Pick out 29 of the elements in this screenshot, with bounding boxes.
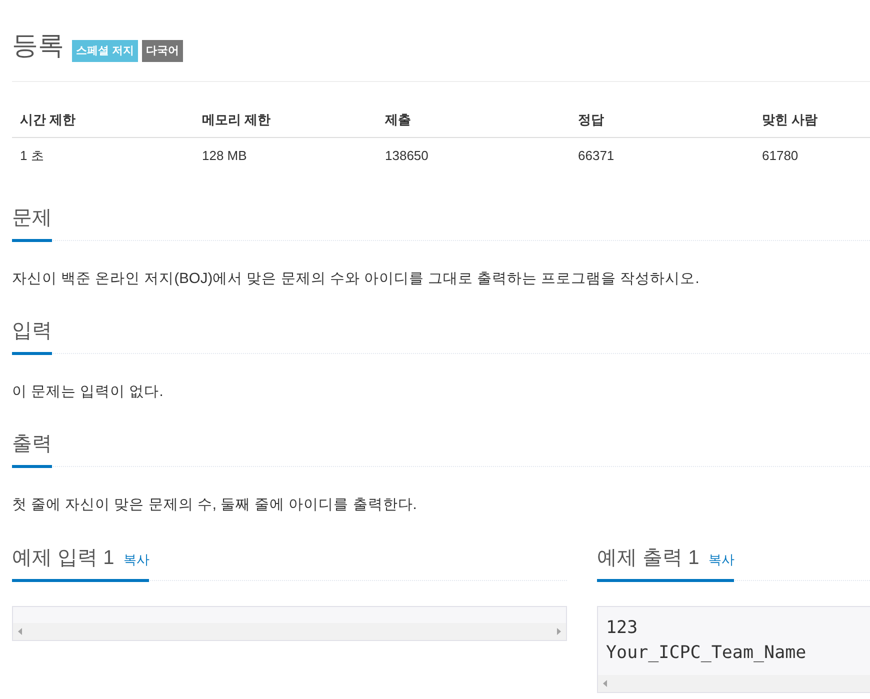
scroll-left-arrow-icon[interactable] <box>18 628 22 635</box>
tag-badge: 스페셜 저지 <box>72 40 138 62</box>
horizontal-scrollbar[interactable] <box>13 623 566 640</box>
horizontal-scrollbar[interactable] <box>598 675 870 692</box>
table-header-cell-text: 시간 제한 <box>19 111 77 129</box>
section-text: 이 문제는 입력이 없다. <box>12 383 164 402</box>
table-header-cell-text: 맞힌 사람 <box>761 111 819 129</box>
section-heading: 문제 <box>12 206 52 231</box>
section-heading: 예제 출력 1 <box>597 546 700 571</box>
table-header-cell-text: 제출 <box>384 111 412 129</box>
section-text: 첫 줄에 자신이 맞은 문제의 수, 둘째 줄에 아이디를 출력한다. <box>12 496 418 515</box>
section-text: 자신이 백준 온라인 저지(BOJ)에서 맞은 문제의 수와 아이디를 그대로 출력하는 프로그램을 작성하시오. <box>12 270 700 289</box>
copy-link[interactable]: 복사 <box>708 550 734 570</box>
table-cell-text: 1 초 <box>19 147 45 165</box>
section-heading: 입력 <box>12 319 52 344</box>
table-cell-text: 138650 <box>384 147 430 165</box>
table-cell-text: 128 MB <box>201 147 248 165</box>
table-cell-text: 66371 <box>577 147 616 165</box>
section-heading: 예제 입력 1 <box>12 546 114 571</box>
table-header-cell-text: 정답 <box>577 111 605 129</box>
table-header-cell-text: 메모리 제한 <box>201 111 272 129</box>
page-title: 등록 <box>12 29 64 62</box>
scroll-left-arrow-icon[interactable] <box>603 680 607 687</box>
tag-badge: 다국어 <box>142 40 184 62</box>
sample-output-text: 123 Your_ICPC_Team_Name <box>605 617 808 665</box>
copy-link[interactable]: 복사 <box>123 550 150 570</box>
section-heading: 출력 <box>12 432 52 457</box>
table-cell-text: 61780 <box>761 147 800 165</box>
scroll-right-arrow-icon[interactable] <box>557 628 561 635</box>
